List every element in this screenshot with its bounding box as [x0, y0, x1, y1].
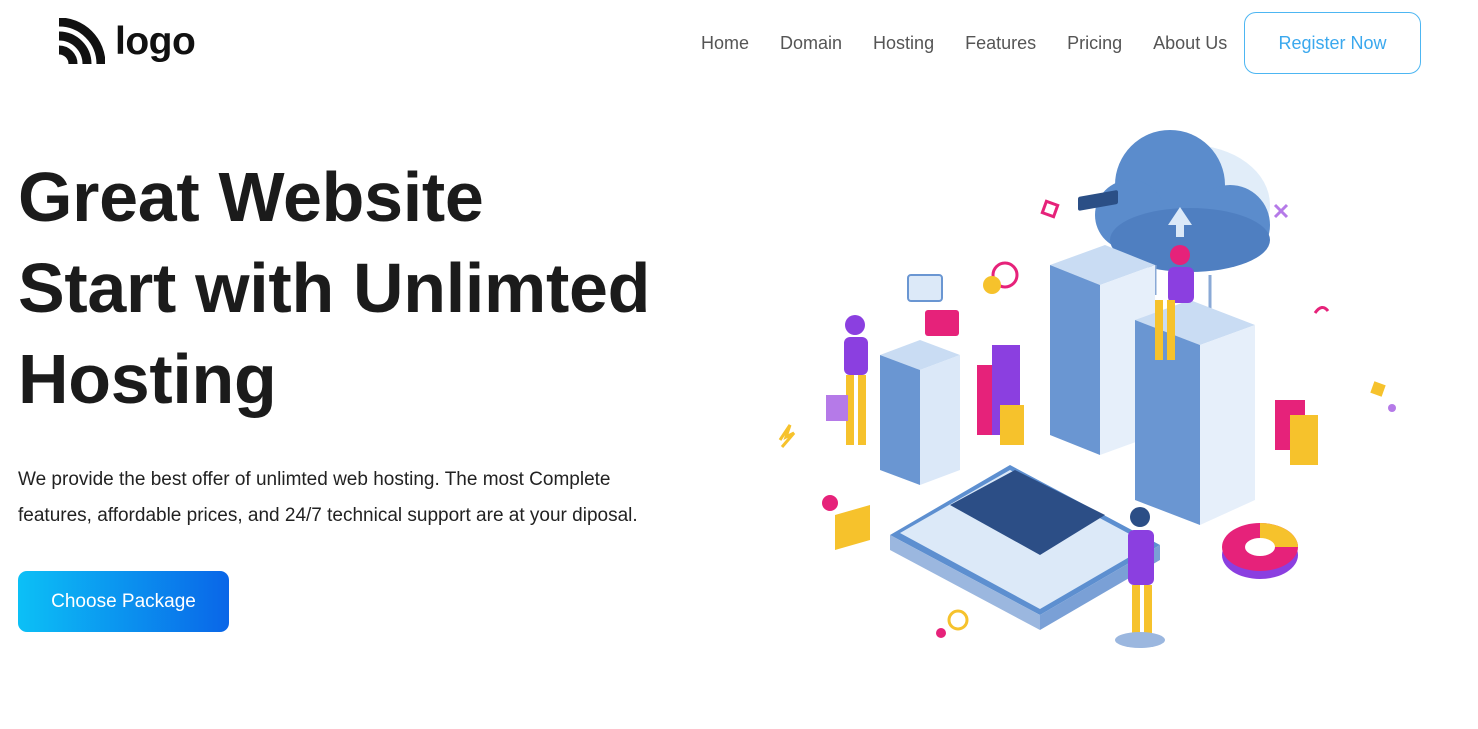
envelope-icon	[822, 495, 870, 550]
laptop-icon	[890, 465, 1160, 630]
chat-bubble-icon	[907, 274, 943, 302]
nav-domain[interactable]: Domain	[780, 33, 842, 54]
rss-feed-icon	[58, 18, 105, 65]
donut-chart-icon	[1222, 523, 1298, 579]
register-now-button[interactable]: Register Now	[1244, 12, 1421, 74]
main-nav: Home Domain Hosting Features Pricing Abo…	[701, 33, 1258, 54]
hero-title-line: Hosting	[18, 340, 277, 418]
logo-text: logo	[115, 19, 196, 63]
hero-description-line: We provide the best offer of unlimted we…	[18, 469, 611, 490]
person-figure	[826, 315, 868, 445]
server-hosting-illustration	[778, 130, 1396, 648]
hero-description-line: features, affordable prices, and 24/7 te…	[18, 505, 638, 526]
server-rack	[1135, 300, 1255, 525]
nav-home[interactable]: Home	[701, 33, 749, 54]
server-stack	[880, 340, 960, 485]
logo[interactable]: logo	[55, 18, 196, 68]
nav-hosting[interactable]: Hosting	[873, 33, 934, 54]
hero-title: Great Website Start with Unlimted Hostin…	[18, 152, 650, 425]
hero-title-line: Start with Unlimted	[18, 249, 651, 327]
nav-features[interactable]: Features	[965, 33, 1036, 54]
nav-pricing[interactable]: Pricing	[1067, 33, 1122, 54]
hero-title-line: Great Website	[18, 158, 484, 236]
chat-bubble-icon	[925, 310, 959, 336]
hero-description: We provide the best offer of unlimted we…	[18, 462, 698, 534]
choose-package-button[interactable]: Choose Package	[18, 571, 229, 632]
nav-about-us[interactable]: About Us	[1153, 33, 1227, 54]
